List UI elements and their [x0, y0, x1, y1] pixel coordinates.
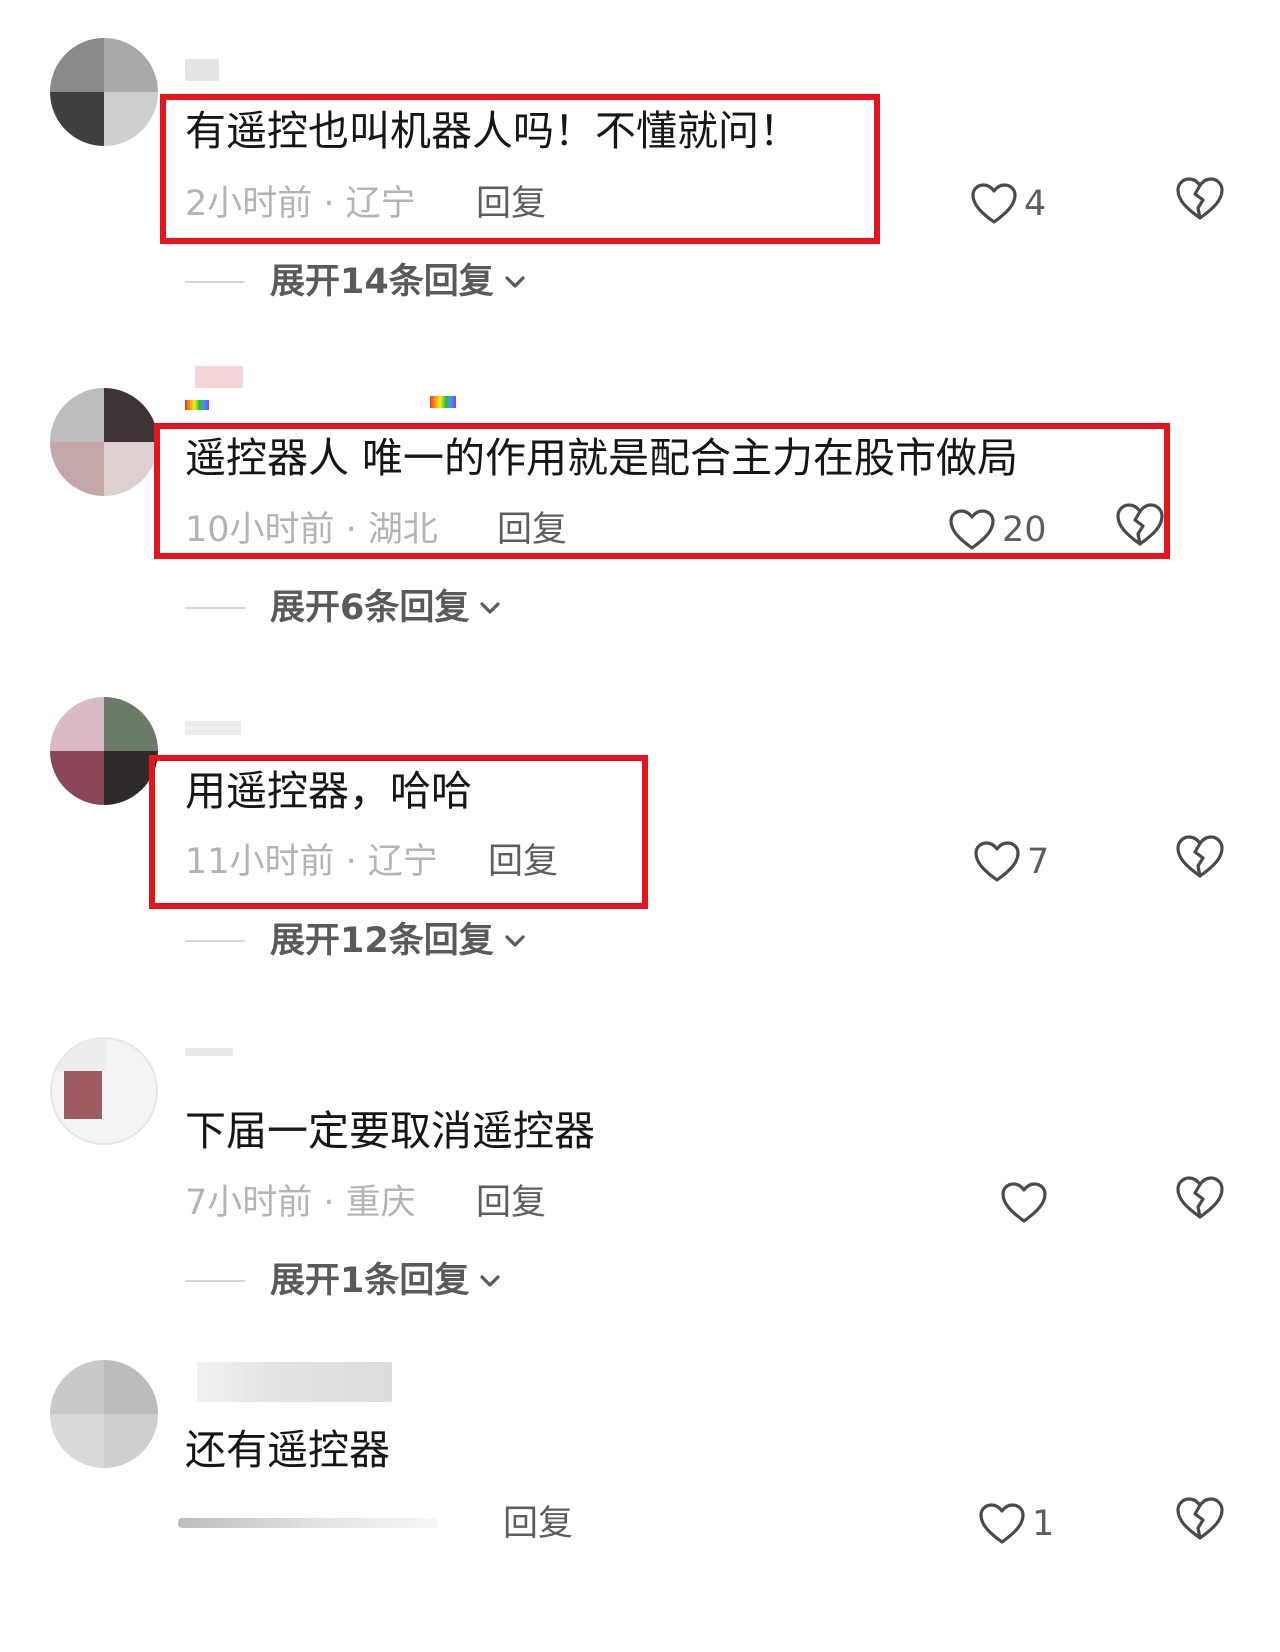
divider — [185, 1280, 245, 1282]
rainbow-badge — [185, 400, 209, 410]
reply-button[interactable]: 回复 — [503, 1502, 573, 1546]
time-location: 11小时前 · 辽宁 — [185, 842, 438, 882]
dislike-button[interactable] — [1175, 1496, 1229, 1552]
reply-button[interactable]: 回复 — [488, 840, 558, 884]
expand-replies-label: 展开1条回复 — [270, 1261, 470, 1301]
broken-heart-icon — [1116, 503, 1164, 546]
username[interactable] — [185, 1040, 505, 1064]
comment-text: 有遥控也叫机器人吗！不懂就问！ — [185, 107, 800, 155]
like-button[interactable]: 1 — [978, 1496, 1054, 1552]
expand-replies-button[interactable]: 展开12条回复 — [185, 919, 528, 963]
heart-outline-icon — [974, 841, 1020, 882]
heart-outline-icon — [979, 1503, 1025, 1544]
username[interactable] — [185, 58, 505, 82]
reply-button[interactable]: 回复 — [497, 508, 567, 552]
chevron-down-icon — [505, 935, 525, 947]
reply-button[interactable]: 回复 — [476, 1181, 546, 1225]
like-count: 4 — [1024, 184, 1047, 224]
like-button[interactable]: 4 — [970, 176, 1046, 232]
comment-text: 用遥控器，哈哈 — [185, 767, 472, 815]
expand-replies-button[interactable]: 展开1条回复 — [185, 1259, 503, 1303]
heart-outline-icon — [1001, 1182, 1047, 1223]
like-count: 7 — [1027, 842, 1050, 882]
broken-heart-icon — [1176, 1176, 1224, 1219]
dislike-button[interactable] — [1175, 834, 1229, 890]
chevron-down-icon — [480, 602, 500, 614]
like-button[interactable] — [1000, 1175, 1054, 1231]
avatar[interactable] — [50, 1360, 158, 1468]
like-count: 20 — [1002, 510, 1047, 550]
comment-item: 有遥控也叫机器人吗！不懂就问！ 2小时前 · 辽宁 回复 4 展开14条回复 — [0, 0, 1280, 320]
reply-button[interactable]: 回复 — [476, 182, 546, 226]
time-location: 2小时前 · 辽宁 — [185, 184, 416, 224]
chevron-down-icon — [480, 1275, 500, 1287]
username[interactable] — [185, 1362, 505, 1404]
heart-outline-icon — [971, 183, 1017, 224]
comment-text: 遥控器人 唯一的作用就是配合主力在股市做局 — [185, 434, 1019, 482]
divider — [185, 940, 245, 942]
like-button[interactable]: 7 — [973, 834, 1049, 890]
username[interactable] — [185, 716, 505, 740]
avatar[interactable] — [50, 38, 158, 146]
username-blur — [185, 59, 219, 81]
rainbow-badge — [430, 396, 456, 408]
chevron-down-icon — [505, 276, 525, 288]
expand-replies-button[interactable]: 展开14条回复 — [185, 260, 528, 304]
username[interactable] — [185, 366, 505, 414]
avatar[interactable] — [50, 388, 158, 496]
dislike-button[interactable] — [1175, 1175, 1229, 1231]
expand-replies-label: 展开6条回复 — [270, 588, 470, 628]
time-location: 7小时前 · 重庆 — [185, 1183, 416, 1223]
username-blur — [195, 366, 243, 388]
broken-heart-icon — [1176, 1497, 1224, 1540]
username-blur — [185, 1048, 233, 1056]
like-button[interactable]: 20 — [948, 502, 1047, 558]
username-blur — [185, 721, 241, 735]
avatar[interactable] — [50, 1037, 158, 1145]
username-blur — [197, 1362, 392, 1402]
avatar[interactable] — [50, 697, 158, 805]
time-location-blur — [178, 1518, 438, 1528]
comment-text: 下届一定要取消遥控器 — [185, 1107, 595, 1155]
heart-outline-icon — [949, 509, 995, 550]
broken-heart-icon — [1176, 177, 1224, 220]
dislike-button[interactable] — [1115, 502, 1169, 558]
like-count: 1 — [1032, 1504, 1055, 1544]
divider — [185, 281, 245, 283]
time-location: 10小时前 · 湖北 — [185, 510, 438, 550]
expand-replies-label: 展开14条回复 — [270, 262, 494, 302]
highlight-box — [149, 755, 648, 909]
comment-text: 还有遥控器 — [185, 1426, 390, 1474]
broken-heart-icon — [1176, 835, 1224, 878]
divider — [185, 607, 245, 609]
expand-replies-label: 展开12条回复 — [270, 921, 494, 961]
dislike-button[interactable] — [1175, 176, 1229, 232]
expand-replies-button[interactable]: 展开6条回复 — [185, 586, 503, 630]
